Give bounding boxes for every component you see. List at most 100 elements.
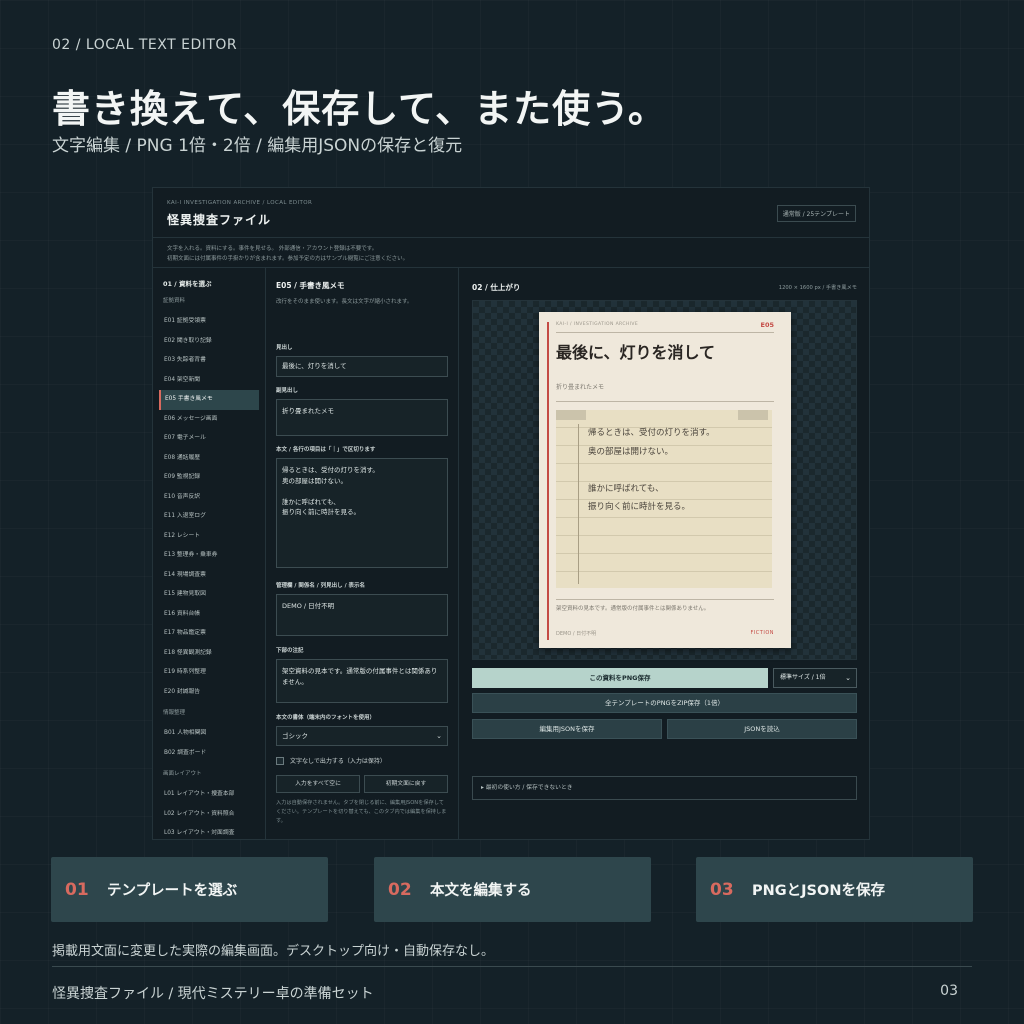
memo-margin-line (578, 424, 579, 584)
save-png-button[interactable]: この資料をPNG保存 (472, 668, 768, 688)
admin-label: 管理欄 / 関係名 / 列見出し / 表示名 (276, 583, 366, 589)
editor-title: E05 / 手書き風メモ (276, 281, 345, 290)
sidebar-item-e12[interactable]: E12 レシート (159, 527, 259, 547)
no-text-label: 文字なしで出力する（入力は保持） (290, 758, 386, 765)
admin-textarea[interactable]: DEMO / 日付不明 (276, 594, 448, 636)
clear-all-button[interactable]: 入力をすべて空に (276, 775, 360, 793)
step-card-1: 01 テンプレートを選ぶ (51, 857, 328, 922)
subheading-textarea[interactable]: 折り畳まれたメモ (276, 399, 448, 436)
sidebar-item-e01[interactable]: E01 証拠受領票 (159, 312, 259, 332)
sidebar-item-b01[interactable]: B01 人物相関図 (159, 724, 259, 744)
document-preview: KAI-I / INVESTIGATION ARCHIVE E05 最後に、灯り… (539, 312, 791, 648)
font-select-value: ゴシック (282, 732, 308, 740)
step-label: 本文を編集する (430, 883, 532, 899)
tape-strip (738, 410, 768, 420)
sidebar-item-e07[interactable]: E07 電子メール (159, 429, 259, 449)
sidebar-item-e18[interactable]: E18 怪異観測記録 (159, 644, 259, 664)
step-number: 02 (388, 879, 412, 900)
memo-note: 帰るときは、受付の灯りを消す。 奥の部屋は開けない。 誰かに呼ばれても、 振り向… (556, 410, 772, 588)
chevron-down-icon: ⌄ (845, 674, 851, 682)
step-label: PNGとJSONを保存 (752, 883, 885, 899)
editor-note: 改行をそのまま使います。長文は文字が縮小されます。 (276, 299, 413, 305)
tape-strip (556, 410, 586, 420)
page-kicker: 02 / LOCAL TEXT EDITOR (52, 37, 238, 53)
sidebar-item-e05-selected[interactable]: E05 手書き風メモ (159, 390, 259, 410)
editor-app-window: KAI-I INVESTIGATION ARCHIVE / LOCAL EDIT… (152, 187, 870, 840)
sidebar-item-e17[interactable]: E17 物品鑑定票 (159, 624, 259, 644)
paper-title: 最後に、灯りを消して (556, 343, 716, 362)
sidebar-item-e20[interactable]: E20 封緘報告 (159, 683, 259, 703)
sidebar-item-l01[interactable]: L01 レイアウト・捜査本部 (159, 785, 259, 805)
body-label: 本文 / 各行の項目は「｜」で区切ります (276, 447, 376, 453)
sidebar-group-label: 証拠資料 (163, 298, 186, 304)
paper-footer-right: FICTION (750, 630, 774, 636)
preview-title: 02 / 仕上がり (472, 283, 521, 292)
step-label: テンプレートを選ぶ (107, 883, 238, 899)
heading-input[interactable]: 最後に、灯りを消して (276, 356, 448, 377)
memo-text: 帰るときは、受付の灯りを消す。 奥の部屋は開けない。 誰かに呼ばれても、 振り向… (588, 428, 715, 512)
sidebar-item-e15[interactable]: E15 建物見取図 (159, 585, 259, 605)
page-caption: 掲載用文面に変更した実際の編集画面。デスクトップ向け・自動保存なし。 (52, 944, 495, 959)
sidebar-item-e03[interactable]: E03 失踪者背書 (159, 351, 259, 371)
load-json-button[interactable]: JSONを読込 (667, 719, 857, 739)
app-title: 怪異捜査ファイル (167, 213, 272, 227)
step-card-2: 02 本文を編集する (374, 857, 651, 922)
step-number: 03 (710, 879, 734, 900)
sidebar-item-e09[interactable]: E09 監視記録 (159, 468, 259, 488)
footer-note-label: 下部の注記 (276, 648, 304, 654)
notice-line: 初期文面には付属事件の手掛かりが含まれます。参加予定の方はサンプル閲覧にご注意く… (167, 256, 409, 262)
size-select-value: 標準サイズ / 1倍 (780, 674, 826, 681)
step-number: 01 (65, 879, 89, 900)
paper-footer-left: DEMO / 日付不明 (556, 631, 597, 637)
body-textarea[interactable]: 帰るときは、受付の灯りを消す。 奥の部屋は開けない。 誰かに呼ばれても、 振り向… (276, 458, 448, 568)
app-kicker: KAI-I INVESTIGATION ARCHIVE / LOCAL EDIT… (167, 200, 313, 206)
sidebar-group-label: 画面レイアウト (163, 771, 202, 777)
size-select[interactable]: 標準サイズ / 1倍 ⌄ (773, 668, 857, 688)
sidebar-item-e06[interactable]: E06 メッセージ画面 (159, 410, 259, 430)
footer-title: 怪異捜査ファイル / 現代ミステリー卓の準備セット (52, 986, 374, 1002)
reset-defaults-button[interactable]: 初期文面に戻す (364, 775, 448, 793)
paper-kicker: KAI-I / INVESTIGATION ARCHIVE (556, 322, 639, 327)
paper-divider (556, 332, 774, 333)
autosave-fine-print: 入力は自動保存されません。タブを閉じる前に、編集用JSONを保存してください。テ… (276, 800, 447, 824)
font-label: 本文の書体（端末内のフォントを使用） (276, 715, 376, 721)
sidebar-item-e10[interactable]: E10 音声反訳 (159, 488, 259, 508)
footer-divider (52, 966, 972, 967)
sidebar-item-e13[interactable]: E13 整理券・乗車券 (159, 546, 259, 566)
paper-code: E05 (760, 321, 775, 329)
no-text-option[interactable]: 文字なしで出力する（入力は保持） (276, 756, 448, 765)
sidebar-item-e02[interactable]: E02 聞き取り記録 (159, 332, 259, 352)
sidebar-group-label: 情報整理 (163, 710, 186, 716)
paper-note: 架空資料の見本です。通常版の付属事件とは関係ありません。 (556, 606, 710, 612)
sidebar-item-l03[interactable]: L03 レイアウト・対面調査 (159, 824, 259, 839)
sidebar-item-e14[interactable]: E14 現場調査票 (159, 566, 259, 586)
help-details-toggle[interactable]: ▸ 最初の使い方 / 保存できないとき (472, 776, 857, 800)
template-sidebar: 01 / 資料を選ぶ 証拠資料 E01 証拠受領票 E02 聞き取り記録 E03… (153, 268, 266, 839)
subheading-label: 副見出し (276, 388, 299, 394)
sidebar-item-e19[interactable]: E19 時系列整理 (159, 663, 259, 683)
sidebar-item-l02[interactable]: L02 レイアウト・資料照合 (159, 805, 259, 825)
paper-subtitle: 折り畳まれたメモ (556, 384, 605, 391)
sidebar-item-b02[interactable]: B02 調査ボード (159, 744, 259, 764)
notice-line: 文字を入れる。資料にする。事件を見せる。 外部通信・アカウント登録は不要です。 (167, 246, 378, 252)
editor-form: E05 / 手書き風メモ 改行をそのまま使います。長文は文字が縮小されます。 見… (266, 268, 459, 839)
paper-accent-bar (547, 322, 549, 640)
step-card-3: 03 PNGとJSONを保存 (696, 857, 973, 922)
sidebar-item-e16[interactable]: E16 資料台帳 (159, 605, 259, 625)
edition-badge: 通常版 / 25テンプレート (776, 205, 856, 222)
footer-note-textarea[interactable]: 架空資料の見本です。通常版の付属事件とは関係ありません。 (276, 659, 448, 703)
save-all-zip-button[interactable]: 全テンプレートのPNGをZIP保存（1倍） (472, 693, 857, 713)
sidebar-item-e11[interactable]: E11 入退室ログ (159, 507, 259, 527)
no-text-checkbox[interactable] (276, 756, 284, 765)
notice-banner: 文字を入れる。資料にする。事件を見せる。 外部通信・アカウント登録は不要です。 … (153, 238, 869, 268)
preview-canvas: KAI-I / INVESTIGATION ARCHIVE E05 最後に、灯り… (472, 300, 857, 660)
sidebar-item-e08[interactable]: E08 通話履歴 (159, 449, 259, 469)
sidebar-heading: 01 / 資料を選ぶ (163, 280, 212, 288)
paper-divider (556, 599, 774, 600)
preview-panel: 02 / 仕上がり 1200 × 1600 px / 手書き風メモ KAI-I … (459, 268, 869, 839)
font-select[interactable]: ゴシック ⌄ (276, 726, 448, 746)
sidebar-item-e04[interactable]: E04 架空新聞 (159, 371, 259, 391)
save-json-button[interactable]: 編集用JSONを保存 (472, 719, 662, 739)
page-number: 03 (940, 983, 958, 999)
page-subtitle: 文字編集 / PNG 1倍・2倍 / 編集用JSONの保存と復元 (52, 136, 463, 156)
